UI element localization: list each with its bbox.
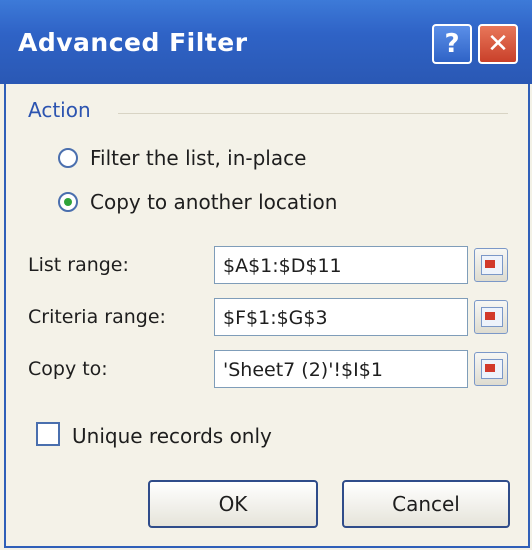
unique-records-checkbox[interactable] [36,422,60,446]
close-button[interactable]: ✕ [478,24,518,64]
list-range-label: List range: [28,254,129,276]
copy-to-input[interactable]: 'Sheet7 (2)'!$I$1 [214,350,468,388]
radio-filter-in-place[interactable]: Filter the list, in-place [58,146,306,170]
title-bar[interactable]: Advanced Filter ? ✕ [0,0,532,84]
cancel-button[interactable]: Cancel [342,480,510,528]
criteria-range-label: Criteria range: [28,306,166,328]
group-divider [118,113,508,114]
ok-button[interactable]: OK [148,480,318,528]
radio-copy-to-location[interactable]: Copy to another location [58,190,337,214]
radio-button-selected[interactable] [58,192,78,212]
help-icon: ? [444,29,460,59]
list-range-picker-button[interactable] [474,248,508,282]
criteria-range-picker-button[interactable] [474,300,508,334]
close-icon: ✕ [487,29,509,59]
range-marker-icon [485,312,495,320]
help-button[interactable]: ? [432,24,472,64]
radio-label: Filter the list, in-place [90,146,307,170]
radio-button[interactable] [58,148,78,168]
list-range-input[interactable]: $A$1:$D$11 [214,246,468,284]
copy-to-label: Copy to: [28,358,108,380]
range-marker-icon [485,364,495,372]
unique-records-label: Unique records only [72,424,272,448]
radio-label: Copy to another location [90,190,338,214]
criteria-range-input[interactable]: $F$1:$G$3 [214,298,468,336]
dialog-body: Action Filter the list, in-place Copy to… [6,84,526,548]
dialog-title: Advanced Filter [18,28,248,57]
action-group-label: Action [28,98,91,122]
copy-to-picker-button[interactable] [474,352,508,386]
range-marker-icon [485,260,495,268]
